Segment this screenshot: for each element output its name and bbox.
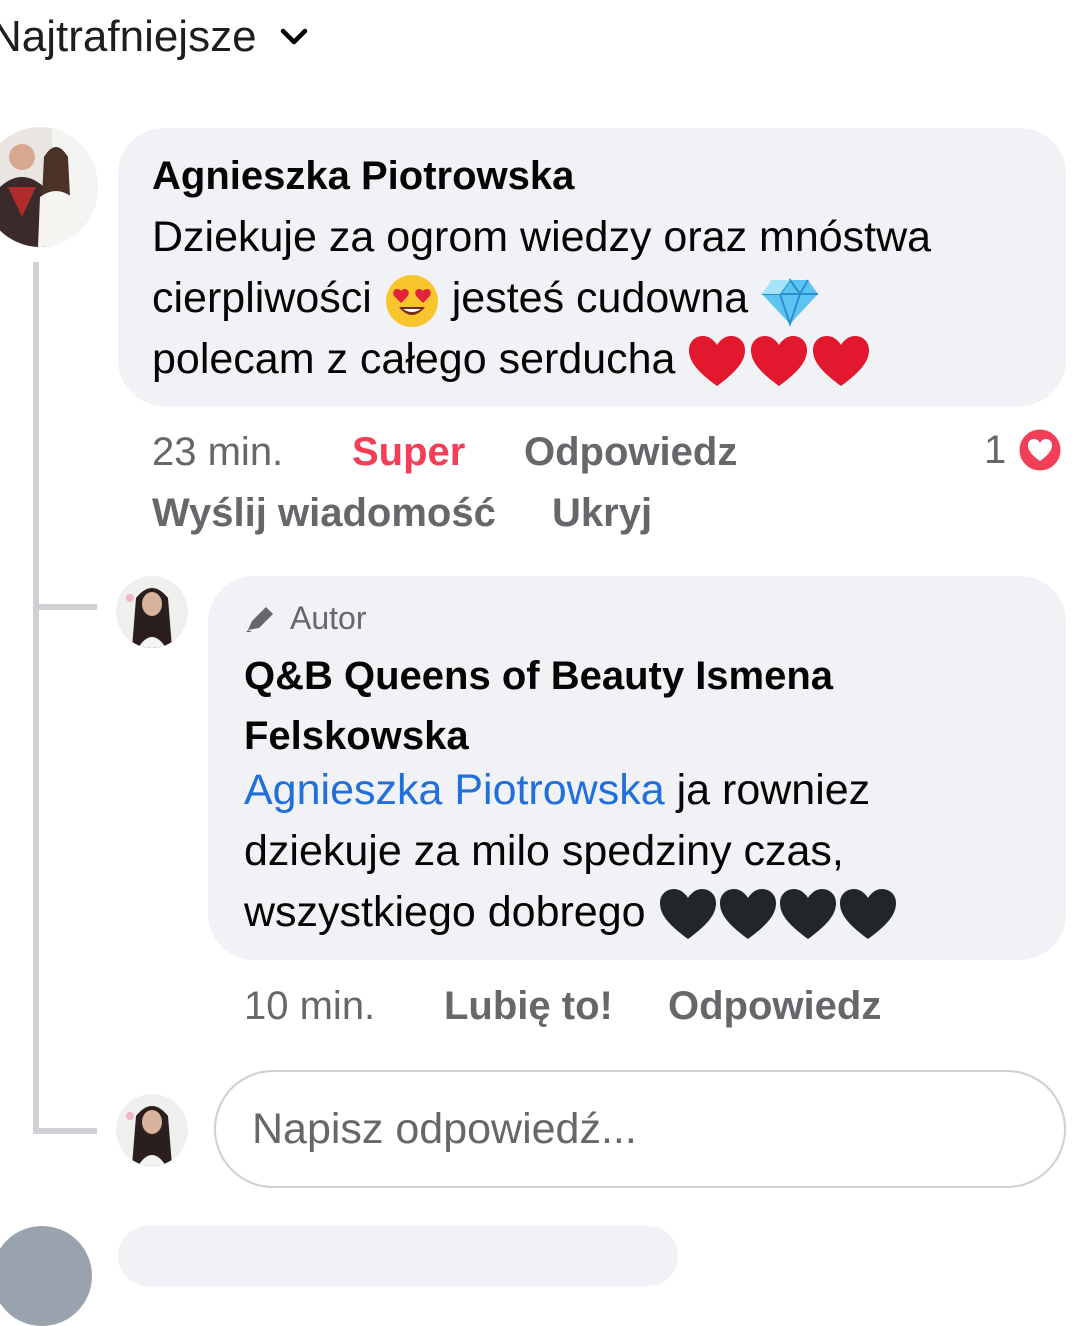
black-hearts-icon <box>659 888 896 939</box>
avatar-photo <box>116 1094 188 1166</box>
thread-branch <box>33 1128 97 1134</box>
comment-author[interactable]: Agnieszka Piotrowska <box>152 154 574 199</box>
red-hearts-icon <box>689 335 870 386</box>
comment-text: Dziekuje za ogrom wiedzy oraz mnóstwa ci… <box>152 207 1052 390</box>
sort-label: Najtrafniejsze <box>0 12 257 61</box>
hide-button[interactable]: Ukryj <box>552 491 652 536</box>
reply-composer[interactable] <box>214 1070 1066 1188</box>
reply-button[interactable]: Odpowiedz <box>668 984 881 1029</box>
chevron-down-icon <box>280 28 307 45</box>
reply-author[interactable]: Q&B Queens of Beauty Ismena Felskowska <box>244 646 833 766</box>
reaction-count: 1 <box>984 427 1007 472</box>
avatar-photo <box>0 127 98 247</box>
author-badge: Autor <box>244 600 366 637</box>
reply-line: Agnieszka Piotrowska ja rowniez <box>244 760 1054 821</box>
comment-bubble <box>118 1226 678 1286</box>
avatar[interactable] <box>0 1226 92 1326</box>
send-message-button[interactable]: Wyślij wiadomość <box>152 491 496 536</box>
heart-eyes-emoji-icon <box>385 274 438 327</box>
mention-link[interactable]: Agnieszka Piotrowska <box>244 766 665 814</box>
pencil-icon <box>246 606 273 632</box>
comment-text-segment: polecam z całego serducha <box>152 335 676 383</box>
reply-author-line: Felskowska <box>244 714 469 758</box>
author-badge-label: Autor <box>290 600 367 636</box>
sort-dropdown[interactable]: Najtrafniejsze <box>0 12 309 62</box>
reply-text-segment: ja rowniez <box>676 766 871 814</box>
comment-text-segment: jesteś cudowna <box>451 274 749 322</box>
thread-line <box>33 262 39 1132</box>
like-button[interactable]: Lubię to! <box>444 984 613 1029</box>
reply-text: Agnieszka Piotrowska ja rowniez dziekuje… <box>244 760 1054 943</box>
avatar <box>116 1094 188 1166</box>
reply-line: wszystkiego dobrego <box>244 882 1054 943</box>
comment-text-segment: cierpliwości <box>152 274 372 322</box>
reply-text-segment: wszystkiego dobrego <box>244 888 646 936</box>
reply-author-line: Q&B Queens of Beauty Ismena <box>244 654 834 698</box>
reply-line: dziekuje za milo spedziny czas, <box>244 827 844 875</box>
avatar[interactable] <box>0 127 98 247</box>
avatar-photo <box>116 576 188 648</box>
comment-line: cierpliwości jesteś cudowna <box>152 268 1052 329</box>
comment-line: Dziekuje za ogrom wiedzy oraz mnóstwa <box>152 213 932 261</box>
comment-line: polecam z całego serducha <box>152 329 1052 390</box>
reaction-summary[interactable]: 1 <box>984 426 1064 474</box>
reply-timestamp[interactable]: 10 min. <box>244 984 375 1029</box>
reply-input[interactable] <box>216 1072 1064 1186</box>
gem-icon <box>762 277 819 326</box>
avatar[interactable] <box>116 576 188 648</box>
comment-timestamp[interactable]: 23 min. <box>152 430 283 475</box>
thread-branch <box>33 604 97 610</box>
love-reaction-icon <box>1016 426 1064 474</box>
reaction-super-button[interactable]: Super <box>352 430 465 475</box>
reply-button[interactable]: Odpowiedz <box>524 430 737 475</box>
